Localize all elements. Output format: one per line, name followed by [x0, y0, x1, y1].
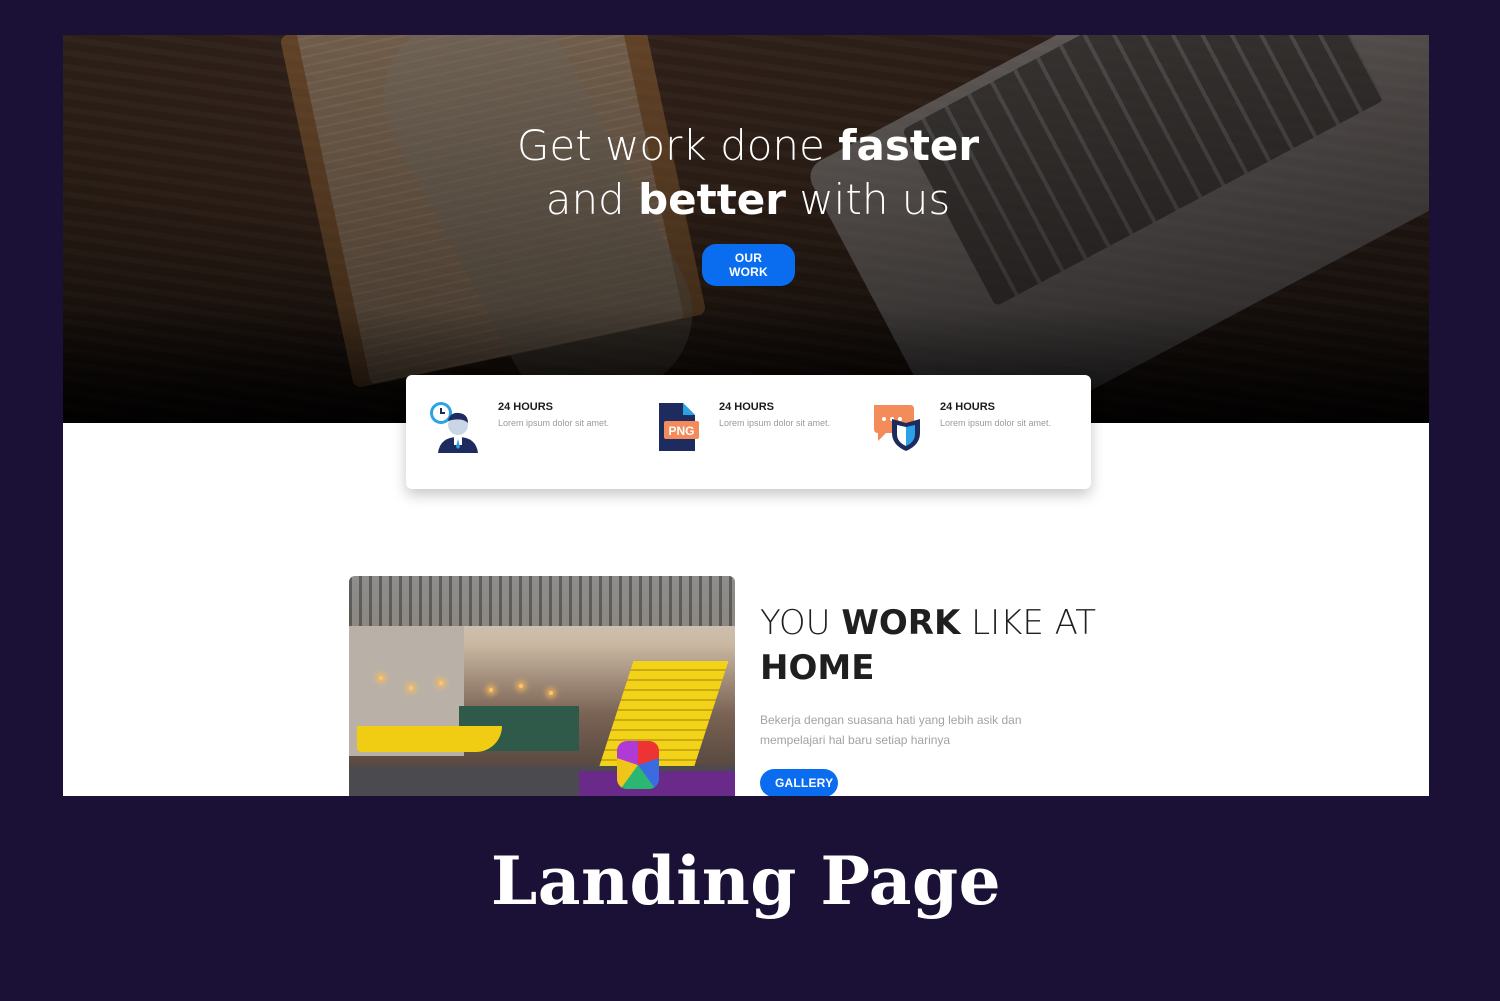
feature-subtitle: Lorem ipsum dolor sit amet. — [498, 418, 610, 428]
hero-title-bold: faster — [838, 121, 980, 170]
feature-subtitle: Lorem ipsum dolor sit amet. — [940, 418, 1052, 428]
photo-yellow-counter — [357, 726, 502, 752]
website-screenshot: Get work done faster and better with us … — [63, 35, 1429, 796]
png-badge-label: PNG — [668, 424, 694, 438]
office-photo — [349, 576, 735, 796]
about-title: YOU WORK LIKE AT HOME — [760, 601, 1096, 691]
photo-lamp — [489, 688, 493, 692]
photo-lamp — [409, 686, 413, 690]
hero-title-bold: better — [638, 175, 786, 224]
feature-item: PNG 24 HOURS Lorem ipsum dolor sit amet. — [649, 399, 870, 489]
about-title-part: LIKE AT — [960, 603, 1097, 643]
png-file-icon: PNG — [649, 399, 709, 459]
support-agent-icon — [428, 399, 488, 459]
our-work-button[interactable]: OUR WORK — [702, 244, 795, 286]
feature-subtitle: Lorem ipsum dolor sit amet. — [719, 418, 831, 428]
photo-colorful-pouf — [617, 741, 659, 789]
feature-item: 24 HOURS Lorem ipsum dolor sit amet. — [870, 399, 1091, 489]
photo-yellow-stairs — [594, 661, 729, 781]
hero-title-part: Get work done — [516, 121, 839, 170]
about-title-bold: WORK — [841, 603, 961, 643]
features-card: 24 HOURS Lorem ipsum dolor sit amet. PNG… — [406, 375, 1091, 489]
feature-item: 24 HOURS Lorem ipsum dolor sit amet. — [428, 399, 649, 489]
photo-lamp — [549, 691, 553, 695]
feature-title: 24 HOURS — [940, 401, 996, 413]
about-title-bold: HOME — [760, 648, 875, 688]
about-title-part: YOU — [760, 603, 842, 643]
feature-title: 24 HOURS — [498, 401, 554, 413]
photo-lamp — [379, 676, 383, 680]
hero-section: Get work done faster and better with us … — [63, 35, 1429, 423]
chat-shield-icon — [870, 399, 930, 459]
landing-page-caption: Landing Page — [490, 842, 1002, 920]
photo-lamp — [519, 684, 523, 688]
about-description: Bekerja dengan suasana hati yang lebih a… — [760, 713, 1022, 747]
photo-lamp — [439, 681, 443, 685]
photo-ceiling — [349, 576, 735, 626]
hero-title-part: with us — [785, 175, 951, 224]
feature-title: 24 HOURS — [719, 401, 775, 413]
hero-title-part: and — [545, 175, 639, 224]
hero-title: Get work done faster and better with us — [63, 119, 1429, 227]
hero-overlay — [63, 35, 1429, 423]
gallery-button[interactable]: GALLERY — [760, 769, 838, 796]
